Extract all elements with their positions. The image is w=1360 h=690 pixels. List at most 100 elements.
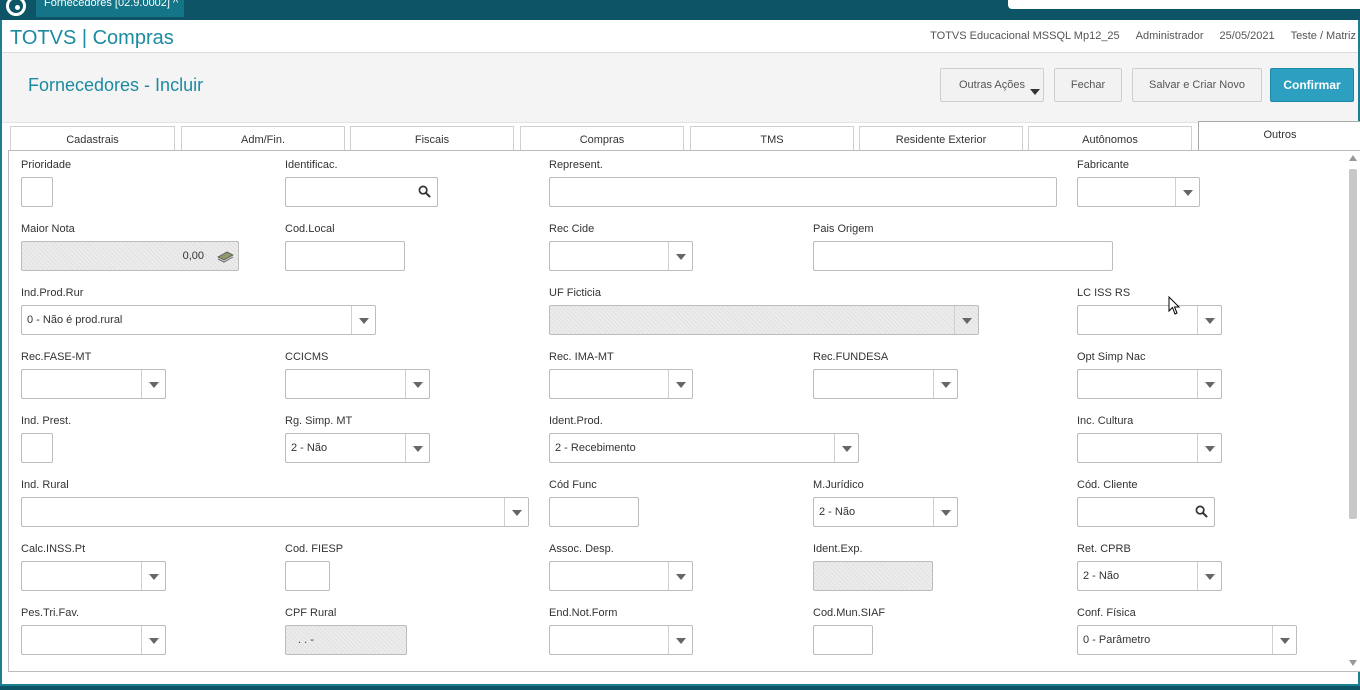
chevron-down-icon[interactable] [405, 434, 429, 462]
user-label[interactable]: Administrador [1136, 30, 1204, 42]
ident-prod-select[interactable]: 2 - Recebimento [549, 433, 859, 463]
chevron-down-icon[interactable] [933, 370, 957, 398]
identificac-input[interactable] [285, 177, 438, 207]
cod-fiesp-input[interactable] [285, 561, 330, 591]
ident-exp-input [813, 561, 933, 591]
environment-label[interactable]: TOTVS Educacional MSSQL Mp12_25 [930, 30, 1120, 42]
app-title: TOTVS | Compras [10, 27, 174, 49]
cod-local-label: Cod.Local [285, 223, 335, 235]
maior-nota-input: 0,00 [21, 241, 239, 271]
tab-bar: Cadastrais Adm/Fin. Fiscais Compras TMS … [2, 121, 1360, 151]
money-icon[interactable] [216, 249, 234, 263]
close-button[interactable]: Fechar [1054, 68, 1122, 102]
opt-simp-nac-label: Opt Simp Nac [1077, 351, 1146, 363]
totvs-logo-icon[interactable] [6, 0, 26, 16]
ind-rural-select[interactable] [21, 497, 529, 527]
chevron-down-icon[interactable] [405, 370, 429, 398]
opt-simp-nac-select[interactable] [1077, 369, 1222, 399]
rec-ima-mt-select[interactable] [549, 369, 693, 399]
tab-adm-fin[interactable]: Adm/Fin. [181, 126, 345, 150]
top-search-box[interactable] [1008, 0, 1360, 9]
chevron-down-icon[interactable] [504, 498, 528, 526]
search-icon[interactable] [418, 185, 431, 198]
form-panel: Prioridade Identificac. Represent. Fabri… [8, 150, 1360, 672]
pes-tri-fav-select[interactable] [21, 625, 166, 655]
chevron-down-icon[interactable] [141, 370, 165, 398]
other-actions-button[interactable]: Outras Ações [940, 68, 1044, 102]
rec-fundesa-select[interactable] [813, 369, 958, 399]
rec-ima-mt-label: Rec. IMA-MT [549, 351, 614, 363]
pais-origem-input[interactable] [813, 241, 1113, 271]
save-and-new-button[interactable]: Salvar e Criar Novo [1132, 68, 1262, 102]
confirm-button[interactable]: Confirmar [1270, 68, 1354, 102]
chevron-down-icon[interactable] [141, 626, 165, 654]
scroll-up-icon[interactable] [1349, 155, 1357, 161]
rec-fase-mt-label: Rec.FASE-MT [21, 351, 92, 363]
lc-iss-rs-label: LC ISS RS [1077, 287, 1131, 299]
uf-ficticia-label: UF Ficticia [549, 287, 601, 299]
vertical-scrollbar[interactable] [1348, 153, 1358, 668]
chevron-down-icon[interactable] [1175, 178, 1199, 206]
cod-mun-siaf-input[interactable] [813, 625, 873, 655]
cod-local-input[interactable] [285, 241, 405, 271]
tab-compras[interactable]: Compras [520, 126, 684, 150]
ccicms-select[interactable] [285, 369, 430, 399]
ind-prest-input[interactable] [21, 433, 53, 463]
lc-iss-rs-select[interactable] [1077, 305, 1222, 335]
chevron-down-icon[interactable] [668, 626, 692, 654]
chevron-down-icon[interactable] [668, 242, 692, 270]
chevron-down-icon[interactable] [668, 562, 692, 590]
title-bar: Fornecedores [02.9.0002] ^ [0, 0, 1360, 20]
tab-residente-exterior[interactable]: Residente Exterior [859, 126, 1023, 150]
conf-fisica-label: Conf. Física [1077, 607, 1136, 619]
m-juridico-select[interactable]: 2 - Não [813, 497, 958, 527]
inc-cultura-select[interactable] [1077, 433, 1222, 463]
tab-tms[interactable]: TMS [690, 126, 854, 150]
tab-outros[interactable]: Outros [1198, 121, 1360, 151]
chevron-down-icon[interactable] [1197, 434, 1221, 462]
scroll-down-icon[interactable] [1349, 660, 1357, 666]
ind-prest-label: Ind. Prest. [21, 415, 72, 427]
chevron-down-icon[interactable] [933, 498, 957, 526]
rec-cide-select[interactable] [549, 241, 693, 271]
chevron-down-icon[interactable] [1197, 306, 1221, 334]
ind-rural-label: Ind. Rural [21, 479, 69, 491]
fabricante-select[interactable] [1077, 177, 1200, 207]
tab-autonomos[interactable]: Autônomos [1028, 126, 1192, 150]
chevron-down-icon[interactable] [1197, 562, 1221, 590]
search-icon[interactable] [1195, 505, 1208, 518]
end-not-form-select[interactable] [549, 625, 693, 655]
tab-fiscais[interactable]: Fiscais [350, 126, 514, 150]
cod-func-input[interactable] [549, 497, 639, 527]
chevron-down-icon[interactable] [351, 306, 375, 334]
chevron-down-icon[interactable] [1272, 626, 1296, 654]
ret-cprb-value: 2 - Não [1083, 570, 1120, 582]
cod-mun-siaf-label: Cod.Mun.SIAF [813, 607, 886, 619]
mouse-cursor-icon [1168, 296, 1181, 315]
window-tab-collapse-icon[interactable]: ^ [173, 0, 178, 9]
ind-prod-rur-select[interactable]: 0 - Não é prod.rural [21, 305, 376, 335]
ret-cprb-select[interactable]: 2 - Não [1077, 561, 1222, 591]
calc-inss-pt-select[interactable] [21, 561, 166, 591]
ind-prod-rur-label: Ind.Prod.Rur [21, 287, 84, 299]
scrollbar-thumb[interactable] [1349, 169, 1357, 519]
prioridade-input[interactable] [21, 177, 53, 207]
conf-fisica-select[interactable]: 0 - Parâmetro [1077, 625, 1297, 655]
rg-simp-mt-select[interactable]: 2 - Não [285, 433, 430, 463]
chevron-down-icon[interactable] [668, 370, 692, 398]
chevron-down-icon[interactable] [141, 562, 165, 590]
tab-cadastrais[interactable]: Cadastrais [10, 126, 175, 150]
ident-prod-value: 2 - Recebimento [555, 442, 636, 454]
date-label[interactable]: 25/05/2021 [1220, 30, 1275, 42]
app-window: TOTVS | Compras TOTVS Educacional MSSQL … [0, 20, 1360, 686]
chevron-down-icon[interactable] [834, 434, 858, 462]
chevron-down-icon[interactable] [1197, 370, 1221, 398]
prioridade-label: Prioridade [21, 159, 72, 171]
cpf-rural-input: . . - [285, 625, 407, 655]
rec-fase-mt-select[interactable] [21, 369, 166, 399]
represent-input[interactable] [549, 177, 1057, 207]
cod-cliente-input[interactable] [1077, 497, 1215, 527]
branch-label[interactable]: Teste / Matriz [1291, 30, 1356, 42]
assoc-desp-select[interactable] [549, 561, 693, 591]
window-tab[interactable]: Fornecedores [02.9.0002] ^ [36, 0, 184, 17]
